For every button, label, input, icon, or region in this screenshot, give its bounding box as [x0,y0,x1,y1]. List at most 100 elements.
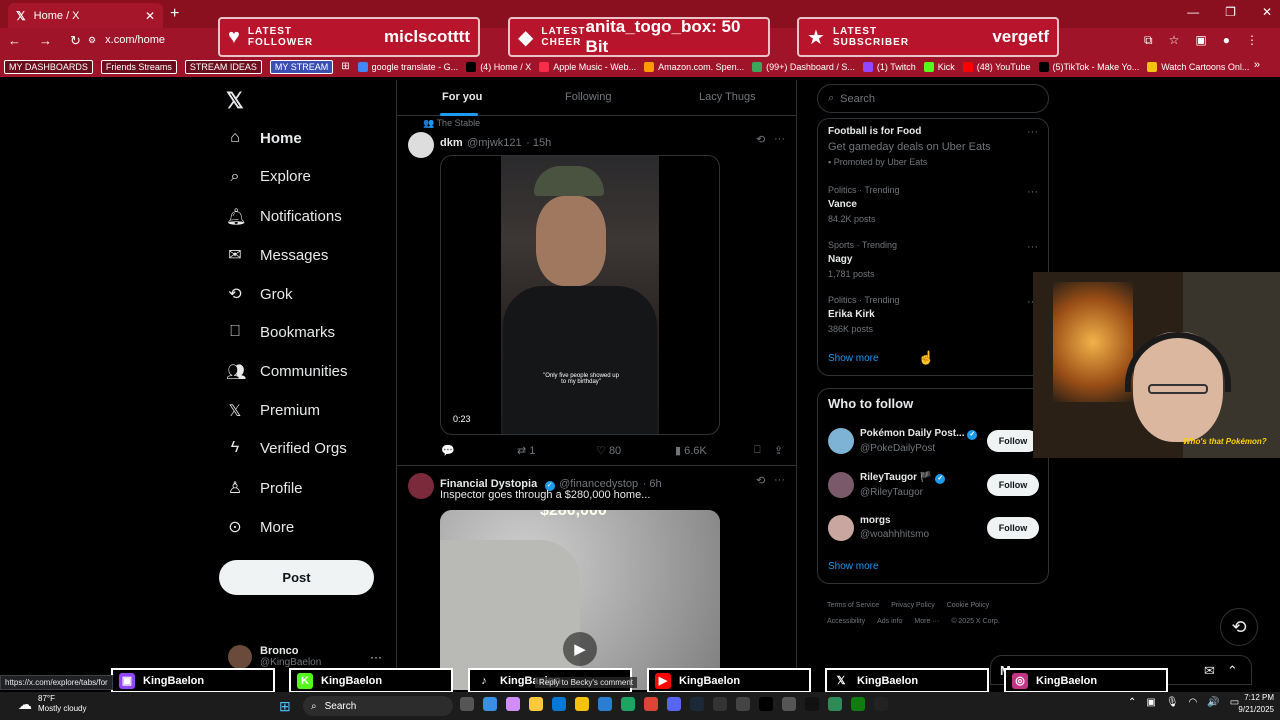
trend-item[interactable]: Politics · Trending Vance 84.2K posts [828,185,900,224]
nav-item-grok[interactable]: ⟲ Grok [226,284,292,304]
show-more-follow[interactable]: Show more [828,561,879,572]
app-icon[interactable] [598,697,612,711]
reload-icon[interactable]: ↻ [70,33,81,49]
tweet-time[interactable]: 15h [533,137,551,149]
promoted-trend[interactable]: Football is for Food Get gameday deals o… [828,126,991,167]
tweet-video[interactable]: $280,000 ▶ [440,510,720,690]
tweet-handle[interactable]: @mjwk121 [467,137,522,149]
app-icon[interactable] [736,697,750,711]
minimize-icon[interactable]: — [1187,5,1199,19]
tiktok-icon[interactable] [805,697,819,711]
taskbar-search[interactable]: ⌕ Search [303,696,453,716]
follow-suggestion[interactable]: RileyTaugor 🏴 ✓ @RileyTaugor [860,472,946,498]
new-tab-button[interactable]: + [170,5,179,23]
discord-icon[interactable] [667,697,681,711]
more-dots-icon[interactable]: ··· [774,474,785,486]
mic-icon[interactable]: 🎙 [1166,697,1179,708]
nav-item-verified-orgs[interactable]: ϟ Verified Orgs [226,439,347,457]
star-bookmark-icon[interactable]: ☆ [1169,33,1180,48]
x-logo-icon[interactable]: 𝕏 [226,88,244,114]
follow-button[interactable]: Follow [987,517,1039,539]
tab-for-you[interactable]: For you [442,91,482,103]
more-dots-icon[interactable]: ··· [370,650,382,664]
site-info-icon[interactable]: ⚙ [88,35,96,45]
grok-icon[interactable]: ⟲ [1220,608,1258,646]
search-input[interactable]: ⌕ Search [817,84,1049,113]
like-button[interactable]: ♡ 80 [596,444,621,457]
nav-item-more[interactable]: ⊙ More [226,517,294,537]
footer-link[interactable]: Accessibility [827,614,865,630]
views-button[interactable]: ▮ 6.6K [675,444,707,457]
app-icon[interactable] [483,697,497,711]
bookmark-link[interactable]: Amazon.com. Spen... [644,61,744,72]
restore-icon[interactable]: ❐ [1225,5,1236,19]
bookmark-link[interactable]: (4) Home / X [466,61,531,72]
share-icon[interactable]: ⇪ [774,444,783,457]
bookmark-icon[interactable]: ⎕ [754,444,761,457]
nav-item-explore[interactable]: ⌕ Explore [226,168,311,186]
more-dots-icon[interactable]: ··· [1027,126,1038,138]
menu-icon[interactable]: ⋮ [1246,33,1258,48]
xbox-icon[interactable] [851,697,865,711]
bookmark-link[interactable]: (1) Twitch [862,61,916,72]
file-explorer-icon[interactable] [575,697,589,711]
url-field[interactable]: ⚙ x.com/home [88,34,165,46]
trend-item[interactable]: Sports · Trending Nagy 1,781 posts [828,240,897,279]
tweet-time[interactable]: 6h [649,478,661,490]
avatar[interactable] [828,428,854,454]
social-context[interactable]: 👥 The Stable [423,118,480,129]
nav-item-bookmarks[interactable]: ⎕ Bookmarks [226,323,335,341]
x-icon[interactable] [759,697,773,711]
steam-icon[interactable] [690,697,704,711]
bookmark-folder[interactable]: Friends Streams [100,59,177,74]
avatar[interactable] [828,515,854,541]
new-message-icon[interactable]: ✉ [1204,663,1215,679]
apps-grid-icon[interactable]: ⊞ [341,61,349,72]
back-icon[interactable]: ← [8,33,21,49]
app-icon[interactable] [828,697,842,711]
follow-suggestion[interactable]: Pokémon Daily Post... ✓ @PokeDailyPost [860,428,978,454]
tab-following[interactable]: Following [565,91,611,103]
bookmark-link[interactable]: Apple Music - Web... [539,61,636,72]
footer-link[interactable]: Privacy Policy [891,598,935,614]
post-button[interactable]: Post [219,560,374,595]
forward-icon[interactable]: → [39,33,52,49]
obs-icon[interactable] [782,697,796,711]
chevron-right-icon[interactable]: » [1254,59,1260,71]
play-icon[interactable]: ▶ [563,632,597,666]
chevron-up-icon[interactable]: ⌃ [1227,663,1238,679]
bookmark-link[interactable]: google translate - G... [357,61,458,72]
nav-item-messages[interactable]: ✉ Messages [226,245,328,265]
follow-button[interactable]: Follow [987,473,1039,496]
bookmark-link[interactable]: (48) YouTube [962,61,1031,72]
edge-icon[interactable] [621,697,635,711]
app-tray-icon[interactable]: ▣ [1146,697,1155,708]
bookmark-folder[interactable]: MY DASHBOARDS [4,59,93,74]
tweet-author[interactable]: dkm [440,137,463,149]
bookmark-link[interactable]: (99+) Dashboard / S... [752,61,855,72]
follow-button[interactable]: Follow [987,430,1039,452]
repost-button[interactable]: ⇄ 1 [517,444,535,457]
bookmark-link[interactable]: (5)TikTok - Make Yo... [1038,61,1139,72]
windows-start-icon[interactable]: ⊞ [279,698,291,715]
nav-item-notifications[interactable]: 🔔︎ Notifications [226,207,342,227]
grok-icon[interactable]: ⟲ [756,133,765,146]
weather-widget[interactable]: ☁ 87°F Mostly cloudy [18,694,86,714]
x-icon[interactable] [874,697,888,711]
account-switcher[interactable]: Bronco @KingBaelon [228,645,321,669]
close-icon[interactable]: ✕ [145,9,155,23]
reply-icon[interactable]: 💬 [441,444,455,457]
task-view-icon[interactable] [460,697,474,711]
follow-suggestion[interactable]: morgs @woahhhitsmo [860,515,929,540]
avatar[interactable] [828,471,854,498]
tweet-avatar[interactable] [408,132,434,158]
browser-tab[interactable]: 𝕏 Home / X ✕ [8,3,163,28]
app-icon[interactable] [552,697,566,711]
nav-item-home[interactable]: ⌂ Home [226,129,302,147]
more-dots-icon[interactable]: ··· [774,133,785,145]
footer-link[interactable]: Cookie Policy [947,598,989,614]
bookmark-link[interactable]: Kick [923,61,955,72]
grok-icon[interactable]: ⟲ [756,474,765,487]
footer-link[interactable]: More ··· [914,614,939,630]
bookmark-folder[interactable]: MY STREAM [269,59,334,74]
